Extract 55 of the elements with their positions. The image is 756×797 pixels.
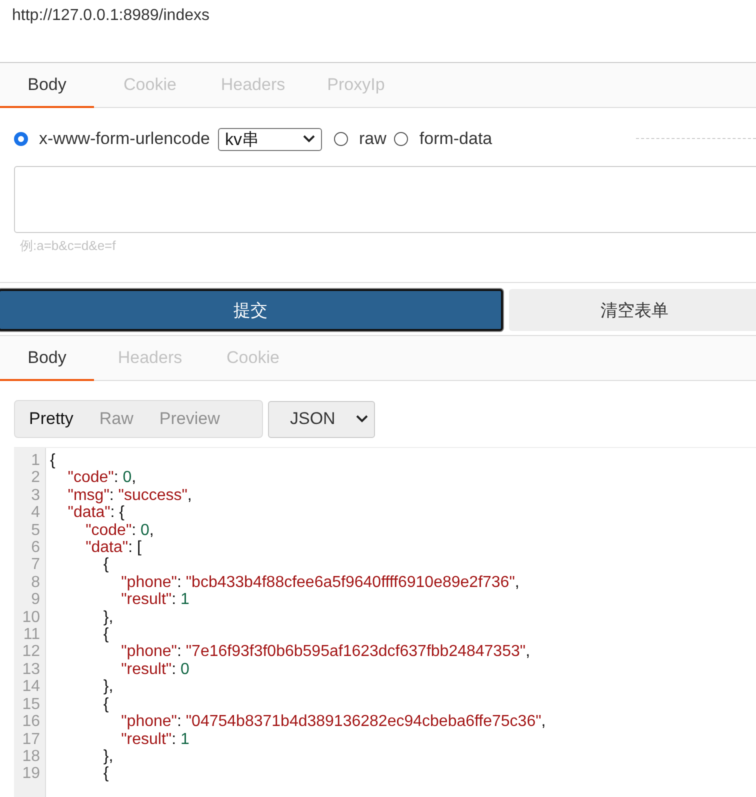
radio-label[interactable]: x-www-form-urlencode [39,129,210,149]
line-number: 10 [21,608,41,626]
line-number: 12 [21,643,41,661]
radio-button[interactable] [334,132,348,146]
format-select[interactable]: JSON [268,400,375,438]
view-mode-tab[interactable]: Pretty [29,409,74,429]
code-line: "data": [ [84,539,142,556]
line-number: 15 [21,696,41,714]
code-line: "result": 1 [120,730,190,748]
line-number: 17 [21,730,41,748]
line-number: 9 [30,591,41,609]
code-line: "code": 0, [84,522,154,540]
code-line: "phone": "bcb433b4f88cfee6a5f9640ffff6910e89e2f736", [120,574,520,592]
caret-icon [302,135,315,143]
line-number: 16 [21,713,41,730]
code-line: }, [102,748,114,766]
code-line: "result": 0 [120,660,190,678]
line-number: 14 [21,678,41,696]
code-line: "msg": "success", [66,486,192,504]
code-line: "phone": "04754b8371b4d389136282ec94cbeba6ffe75c36", [120,713,546,730]
radio-button[interactable] [14,132,28,146]
line-number: 11 [22,626,41,644]
body-input-field[interactable] [14,166,756,233]
caret-icon [356,415,368,423]
clear-button[interactable]: 清空表单 [509,289,756,331]
code-line: }, [102,608,114,626]
code-line: { [102,696,109,714]
line-number: 8 [30,574,41,592]
radio-label[interactable]: form-data [419,129,492,149]
line-number: 4 [30,504,41,522]
line-number: 13 [21,660,41,678]
request-tab[interactable]: Body [0,63,94,108]
code-line: "code": 0, [66,469,136,487]
radio-button[interactable] [394,132,408,146]
code-line: { [102,626,109,644]
code-line: "phone": "7e16f93f3f0b6b595af1623dcf637fbb24847353", [120,643,530,661]
submit-button[interactable]: 提交 [0,289,503,331]
line-number: 18 [21,748,41,766]
code-line: "data": { [66,504,125,522]
line-number: 2 [30,469,41,487]
encoding-select[interactable]: kv串 [218,128,322,150]
line-number: 3 [30,486,41,504]
line-number: 19 [21,765,41,783]
line-number: 7 [30,556,41,574]
radio-label[interactable]: raw [358,129,386,149]
code-line: "result": 1 [120,591,190,609]
line-number: 5 [30,522,41,540]
code-line: { [50,452,56,470]
code-line: { [102,556,109,574]
response-tab[interactable]: Body [0,336,94,381]
code-line: { [102,765,109,783]
line-number: 1 [30,452,41,470]
code-line: }, [102,678,114,696]
line-number: 6 [30,539,41,556]
body-hint: 例:a=b&c=d&e=f [0,233,756,283]
